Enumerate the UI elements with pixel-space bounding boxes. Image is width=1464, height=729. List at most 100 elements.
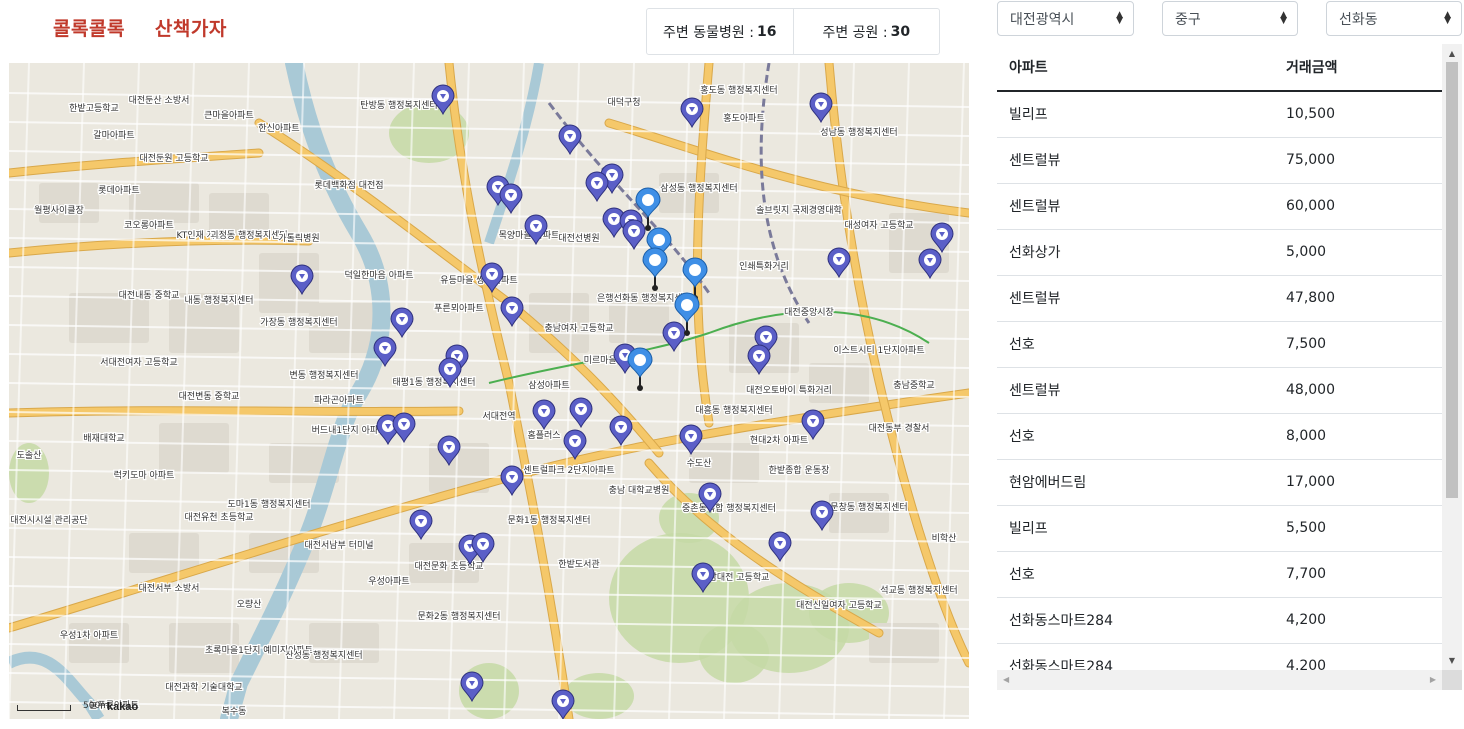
scrollbar-corner [1442,670,1462,690]
table-row[interactable]: 센트럴뷰 60,000 [997,183,1442,230]
map-place-label: 한신아파트 [258,123,299,134]
apartment-name-cell: 선화상가 [997,229,1274,276]
map-place-label: 한밭고등학교 [69,103,119,114]
city-block [609,303,669,343]
dong-select[interactable]: 선화동 ▲ ▼ [1326,1,1462,36]
map-place-label: 한밭종합 운동장 [769,465,830,476]
scrollbar-thumb[interactable] [1446,62,1458,498]
price-cell: 75,000 [1274,137,1442,184]
apartment-name-cell: 선화동스마트284 [997,643,1274,670]
map-place-label: 대전내동 중학교 [119,290,180,301]
scroll-right-icon[interactable]: ▶ [1430,675,1436,684]
kakao-logo: kakao [107,701,139,713]
map-place-label: 코오롱아파트 [124,220,174,231]
map-place-label: 내동 행정복지센터 [184,294,253,306]
map-place-label: 도마1동 행정복지센터 [227,498,310,510]
apartment-name-cell: 빌리프 [997,91,1274,138]
map-place-label: 변동 행정복지센터 [289,369,358,381]
hospital-marker-dot [634,354,646,366]
map-place-label: 복수동 [222,706,247,717]
price-cell: 17,000 [1274,459,1442,506]
map-place-label: 한밭도서관 [558,559,599,570]
map-place-label: 덕일한마음 아파트 [344,270,413,281]
district-select-value: 중구 [1175,11,1201,28]
park-area [564,673,634,719]
table-row[interactable]: 센트럴뷰 47,800 [997,275,1442,322]
map-place-label: 비학산 [932,533,957,544]
column-header-apartment: 아파트 [997,44,1274,92]
horizontal-scrollbar[interactable]: ◀ ▶ [997,670,1442,690]
map-place-label: 대전중앙시장 [784,306,834,318]
nav-home-link[interactable]: 콜록콜록 [53,14,125,41]
hospital-marker-dot [681,299,693,311]
hospital-marker-dot [649,254,661,266]
map-place-label: 대전신일여자 고등학교 [796,599,882,611]
select-caret-icon: ▲ ▼ [1280,10,1287,26]
table-row[interactable]: 선화동스마트284 4,200 [997,643,1442,670]
table-row[interactable]: 선호 8,000 [997,413,1442,460]
price-cell: 60,000 [1274,183,1442,230]
scroll-left-icon[interactable]: ◀ [1003,675,1009,684]
apartment-name-cell: 센트럴뷰 [997,137,1274,184]
apartment-name-cell: 선화동스마트284 [997,597,1274,644]
column-header-price: 거래금액 [1274,44,1442,92]
app-root: 콜록콜록 산책가자 주변 동물병원 : 16 주변 공원 : 30 대전둔산 소… [0,0,1464,729]
nearby-counts: 주변 동물병원 : 16 주변 공원 : 30 [646,8,940,55]
price-cell: 4,200 [1274,643,1442,670]
hospital-marker-dot [689,264,701,276]
map-place-label: 센트럴파크 2단지아파트 [523,465,614,476]
map-place-label: 버드내1단지 아파트 [312,425,387,436]
price-cell: 7,700 [1274,551,1442,598]
table-row[interactable]: 선화상가 5,000 [997,229,1442,276]
apartment-name-cell: 선호 [997,413,1274,460]
city-block [829,493,889,533]
apartment-table-container[interactable]: 아파트 거래금액 빌리프 10,500 센트럴뷰 75,000 센트럴뷰 60,000 선화… [997,44,1462,690]
city-select[interactable]: 대전광역시 ▲ ▼ [997,1,1134,36]
park-count-label: 주변 공원 : [822,24,888,41]
map-place-label: 롯데아파트 [98,185,139,196]
table-row[interactable]: 센트럴뷰 48,000 [997,367,1442,414]
table-row[interactable]: 빌리프 5,500 [997,505,1442,552]
marker-base [684,330,690,336]
table-row[interactable]: 선호 7,700 [997,551,1442,598]
price-cell: 7,500 [1274,321,1442,368]
map-place-label: 성남동 행정복지센터 [820,126,897,138]
apartment-name-cell: 현암에버드림 [997,459,1274,506]
map-place-label: 괴정동 행정복지센터 [210,229,287,241]
map-view[interactable]: 대전둔산 소방서 한밭고등학교 큰마을아파트 한신아파트 탄방동 행정복지센터 대덕구청 홍… [9,63,969,719]
map-place-label: 배재대학교 [83,433,124,444]
map-place-label: 롯데백화점 대전점 [314,179,383,191]
map-place-label: 대전선병원 [558,233,599,244]
map-place-label: 대전변동 중학교 [179,391,240,402]
table-row[interactable]: 선호 7,500 [997,321,1442,368]
nav-walk-link[interactable]: 산책가자 [155,14,227,41]
marker-base [652,285,658,291]
map-place-label: 럭키도마 아파트 [114,469,175,481]
price-cell: 5,000 [1274,229,1442,276]
city-block [129,533,199,573]
table-row[interactable]: 선화동스마트284 4,200 [997,597,1442,644]
table-row[interactable]: 빌리프 10,500 [997,91,1442,138]
table-row[interactable]: 센트럴뷰 75,000 [997,137,1442,184]
city-block [39,183,99,223]
map-place-label: 대덕구청 [607,97,640,108]
map-place-label: 중촌동복합 행정복지센터 [682,502,776,514]
map-place-label: 충남여자 고등학교 [544,322,613,334]
map-place-label: 유등마을 쌍용아파트 [440,275,517,286]
apartment-name-cell: 빌리프 [997,505,1274,552]
map-place-label: 월평사이클장 [34,204,84,216]
marker-base [645,225,651,231]
vertical-scrollbar[interactable]: ▲ ▼ [1442,44,1462,670]
map-place-label: 파라곤아파트 [314,395,364,406]
price-cell: 48,000 [1274,367,1442,414]
map-place-label: 푸른뫼아파트 [434,303,484,314]
district-select[interactable]: 중구 ▲ ▼ [1162,1,1298,36]
scroll-down-icon[interactable]: ▼ [1442,656,1462,665]
brand-nav: 콜록콜록 산책가자 [53,14,227,41]
table-row[interactable]: 현암에버드림 17,000 [997,459,1442,506]
scroll-up-icon[interactable]: ▲ [1442,49,1462,58]
apartment-price-table: 아파트 거래금액 빌리프 10,500 센트럴뷰 75,000 센트럴뷰 60,000 선화… [997,44,1442,670]
marker-base [637,385,643,391]
map-place-label: 홈플러스 [527,429,560,441]
map-canvas[interactable]: 대전둔산 소방서한밭고등학교큰마을아파트한신아파트탄방동 행정복지센터 대덕구청홍… [9,63,969,719]
